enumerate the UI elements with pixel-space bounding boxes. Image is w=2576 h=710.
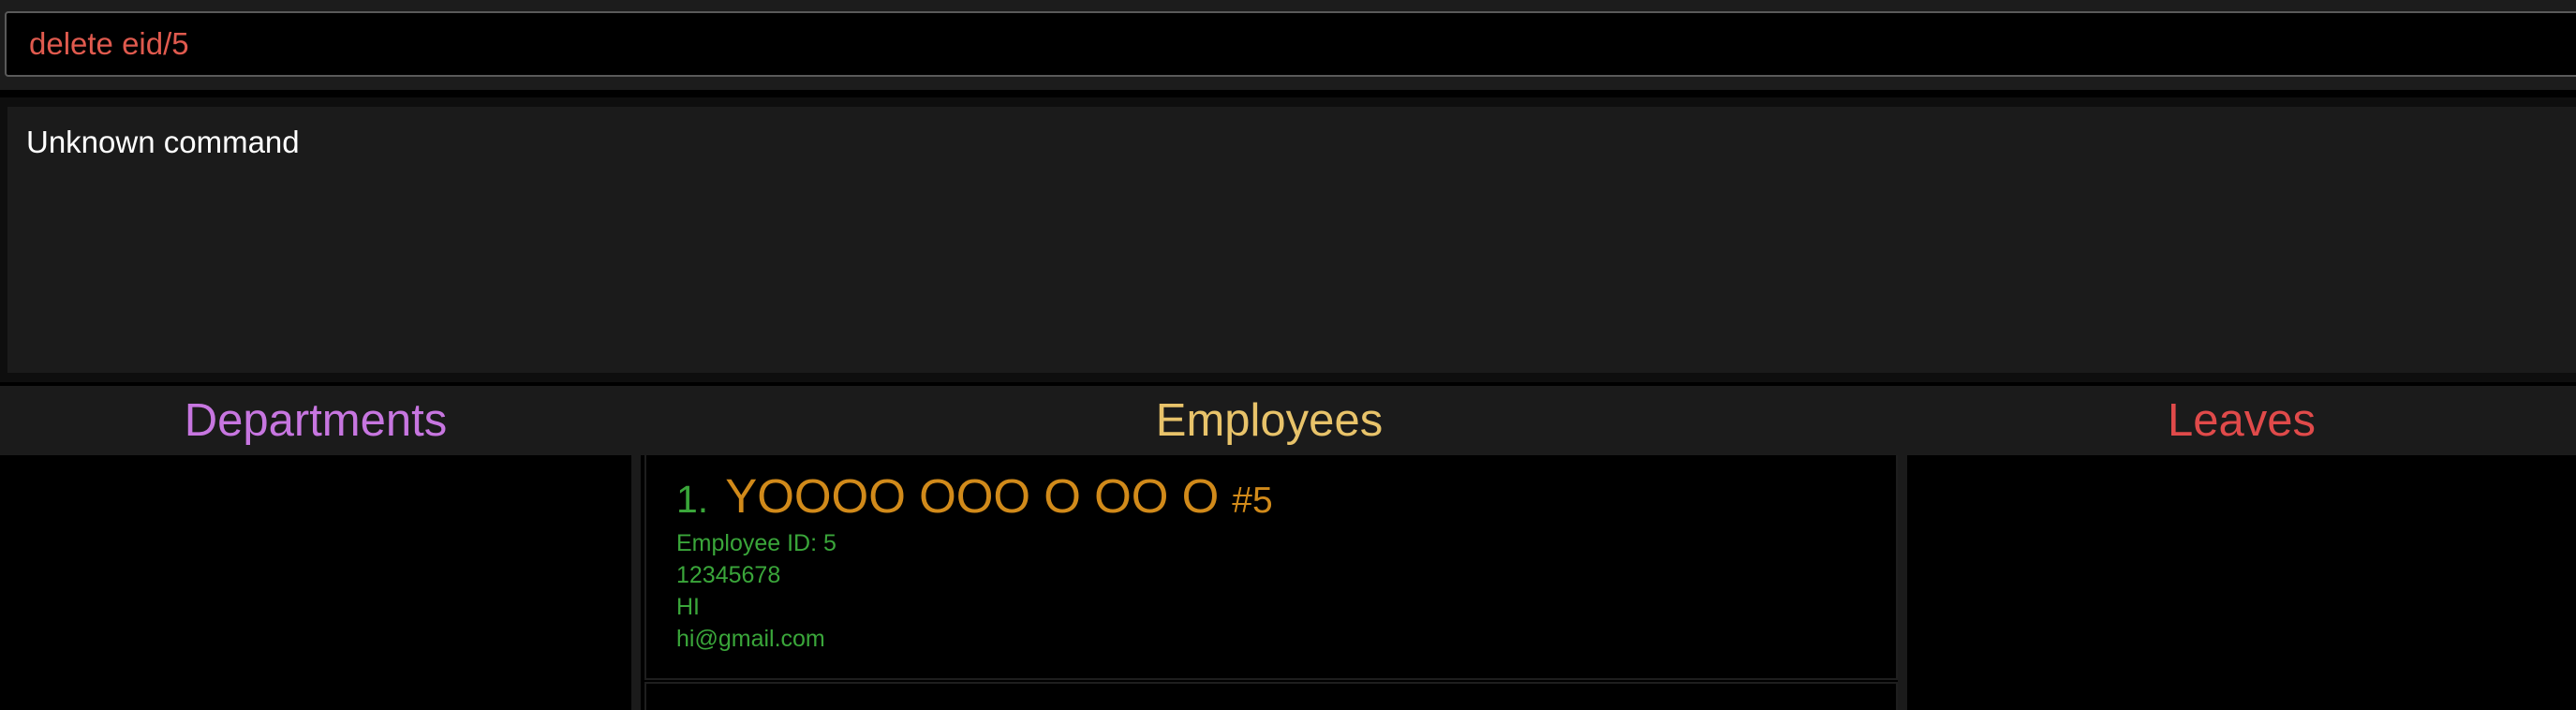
panel-divider	[631, 386, 641, 710]
app-window: Unknown command Departments Employees Le…	[0, 0, 2576, 710]
employee-phone: 12345678	[676, 562, 781, 588]
result-area: Unknown command	[0, 97, 2576, 382]
command-input[interactable]	[29, 26, 2566, 62]
employee-tag: #5	[1232, 481, 1273, 521]
panel-divider	[1898, 386, 1907, 710]
departments-panel-title: Departments	[0, 386, 631, 455]
employee-card[interactable]: 1. YOOOO OOO O OO O #5 Employee ID: 5 12…	[644, 455, 1898, 680]
result-display[interactable]: Unknown command	[7, 107, 2576, 373]
command-box[interactable]	[5, 11, 2576, 77]
leaves-list[interactable]	[1907, 455, 2576, 710]
employee-email: hi@gmail.com	[676, 626, 825, 652]
departments-list[interactable]	[0, 455, 631, 710]
employee-index: 1.	[676, 478, 709, 521]
employee-name: YOOOO OOO O OO O	[725, 469, 1220, 523]
employee-id: Employee ID: 5	[676, 530, 836, 556]
employee-card-title: 1. YOOOO OOO O OO O #5	[676, 468, 1866, 524]
employees-panel-title: Employees	[641, 386, 1898, 455]
employee-address: HI	[676, 594, 700, 620]
result-message: Unknown command	[26, 125, 300, 159]
employee-details: Employee ID: 5 12345678 HI hi@gmail.com	[676, 527, 1866, 655]
command-bar	[0, 0, 2576, 90]
list-item[interactable]	[644, 682, 1898, 710]
leaves-panel-title: Leaves	[1907, 386, 2576, 455]
